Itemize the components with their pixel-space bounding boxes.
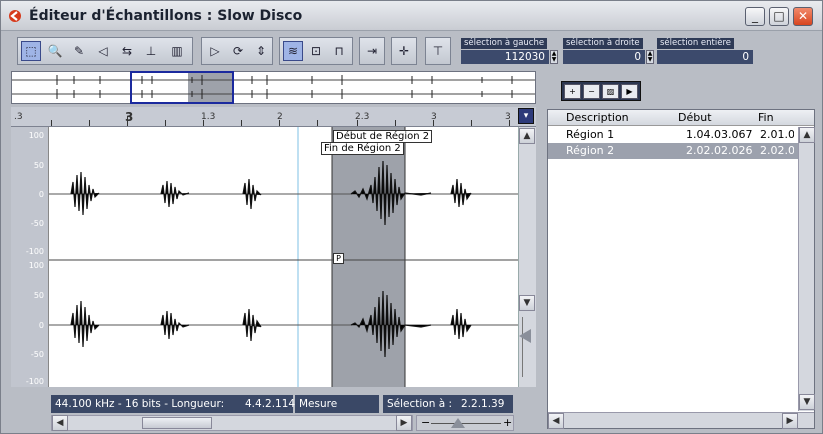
horizontal-zoom[interactable]: − + — [416, 415, 514, 431]
maximize-button[interactable]: □ — [769, 7, 789, 26]
horizontal-scrollbar[interactable]: ◀ ▶ — [51, 415, 413, 431]
list-header: Description Début Fin — [548, 110, 814, 126]
time-warp-tool-icon[interactable]: ⊥ — [141, 41, 161, 61]
scroll-up-icon[interactable]: ▲ — [519, 128, 535, 144]
crosshair-icon[interactable]: ✛ — [394, 41, 414, 61]
app-logo-icon — [9, 10, 21, 22]
level-icon[interactable]: ⇕ — [251, 41, 271, 61]
ruler-menu-icon[interactable]: ▾ — [518, 108, 534, 124]
list-item[interactable]: Région 2 2.02.02.026 2.02.0 — [548, 143, 798, 159]
list-scroll-right-icon[interactable]: ▶ — [782, 413, 798, 429]
selection-all-field[interactable]: 0 — [657, 50, 753, 64]
title-bar[interactable]: Éditeur d'Échantillons : Slow Disco _ □ … — [1, 1, 822, 31]
audition-tool-icon[interactable]: ◁ — [93, 41, 113, 61]
column-description[interactable]: Description — [566, 111, 629, 124]
zoom-slider-handle[interactable] — [451, 418, 465, 428]
overview-waveform — [12, 75, 535, 99]
selection-right-field[interactable]: 0 — [563, 50, 645, 64]
column-start[interactable]: Début — [678, 111, 712, 124]
selection-left-field[interactable]: 112030 — [461, 50, 549, 64]
selection-right-label: sélection à droite — [563, 38, 643, 49]
selection-right-spinner[interactable]: ▲ ▼ — [646, 50, 654, 64]
length-value: 4.4.2.114 — [241, 395, 295, 413]
region-marker-icon[interactable]: ⊓ — [329, 41, 349, 61]
list-scroll-up-icon[interactable]: ▲ — [799, 127, 815, 143]
snap-icon[interactable]: ⊡ — [306, 41, 326, 61]
loop-icon[interactable]: ⟳ — [228, 41, 248, 61]
selection-left-label: sélection à gauche — [461, 38, 548, 49]
scroll-down-icon[interactable]: ▼ — [519, 295, 535, 311]
filter-icon[interactable]: ⊤ — [428, 41, 448, 61]
selection-value: 2.2.1.39 — [457, 395, 513, 413]
range-select-tool-icon[interactable]: ⬚ — [21, 41, 41, 61]
play-region-icon[interactable]: ▶ — [621, 84, 638, 99]
vertical-scrollbar[interactable]: ▲ ▼ — [518, 127, 536, 387]
scrub-tool-icon[interactable]: ⇆ — [117, 41, 137, 61]
draw-tool-icon[interactable]: ✎ — [69, 41, 89, 61]
regions-list: Description Début Fin Région 1 1.04.03.0… — [547, 109, 815, 429]
list-horizontal-scrollbar[interactable]: ◀ ▶ — [548, 412, 814, 429]
toolbar: ⬚ 🔍 ✎ ◁ ⇆ ⊥ ▥ ▷ ⟳ ⇕ ≋ ⊡ ⊓ ⇥ ✛ ⊤ sélectio… — [5, 35, 818, 67]
column-end[interactable]: Fin — [758, 111, 774, 124]
list-item[interactable]: Région 1 1.04.03.067 2.01.0 — [548, 127, 798, 143]
region-toolbar: + − ▨ ▶ — [561, 81, 641, 101]
sample-editor-window: Éditeur d'Échantillons : Slow Disco _ □ … — [0, 0, 823, 434]
add-region-icon[interactable]: + — [564, 84, 581, 99]
play-group: ▷ ⟳ ⇕ — [201, 37, 273, 65]
list-scroll-left-icon[interactable]: ◀ — [548, 413, 564, 429]
zoom-out-icon[interactable]: − — [421, 416, 430, 429]
p-marker[interactable]: P — [333, 253, 344, 264]
selection-left-spinner[interactable]: ▲ ▼ — [550, 50, 558, 64]
overview-view-frame[interactable] — [130, 71, 234, 104]
list-vertical-scrollbar[interactable]: ▲ ▼ — [798, 127, 815, 411]
unit-select[interactable]: Mesure — [295, 395, 379, 413]
filter-group: ⊤ — [425, 37, 451, 65]
view-group: ≋ ⊡ ⊓ — [279, 37, 353, 65]
scroll-thumb[interactable] — [142, 417, 212, 429]
scroll-left-icon[interactable]: ◀ — [52, 415, 68, 431]
edit-region-icon[interactable]: ▨ — [602, 84, 619, 99]
insert-group: ⇥ — [359, 37, 385, 65]
ruler-label: .3 — [14, 112, 23, 122]
zoom-in-icon[interactable]: + — [503, 416, 512, 429]
window-title: Éditeur d'Échantillons : Slow Disco — [29, 8, 303, 24]
grid-icon[interactable]: ▥ — [167, 41, 187, 61]
play-icon[interactable]: ▷ — [205, 41, 225, 61]
scroll-right-icon[interactable]: ▶ — [396, 415, 412, 431]
amplitude-scale: 100 50 0 -50 -100 100 50 0 -50 -100 — [11, 127, 49, 387]
regions-panel: + − ▨ ▶ Description Début Fin Région 1 1… — [543, 71, 819, 431]
vertical-zoom-slider[interactable] — [519, 317, 532, 377]
crosshair-group: ✛ — [391, 37, 417, 65]
selection-label: Sélection à : — [383, 395, 457, 413]
zoom-tool-icon[interactable]: 🔍 — [45, 41, 65, 61]
zoom-handle-icon[interactable] — [519, 329, 531, 343]
waveform-display[interactable]: Début de Région 2 Fin de Région 2 P — [11, 127, 518, 387]
region-end-marker[interactable]: Fin de Région 2 — [321, 142, 404, 155]
list-scroll-down-icon[interactable]: ▼ — [799, 394, 815, 410]
insert-marker-icon[interactable]: ⇥ — [362, 41, 382, 61]
minimize-button[interactable]: _ — [745, 7, 765, 26]
audio-format-text: 44.100 kHz - 16 bits - Longueur: — [51, 395, 241, 413]
tool-group: ⬚ 🔍 ✎ ◁ ⇆ ⊥ ▥ — [17, 37, 193, 65]
selection-all-label: sélection entière — [657, 38, 734, 49]
remove-region-icon[interactable]: − — [583, 84, 600, 99]
timeline-ruler[interactable]: .3 3 1.3 2 2.3 3 3 ▾ — [11, 107, 536, 127]
close-button[interactable]: ✕ — [793, 7, 813, 26]
overview-strip[interactable] — [11, 71, 536, 104]
waveform-view-icon[interactable]: ≋ — [283, 41, 303, 61]
